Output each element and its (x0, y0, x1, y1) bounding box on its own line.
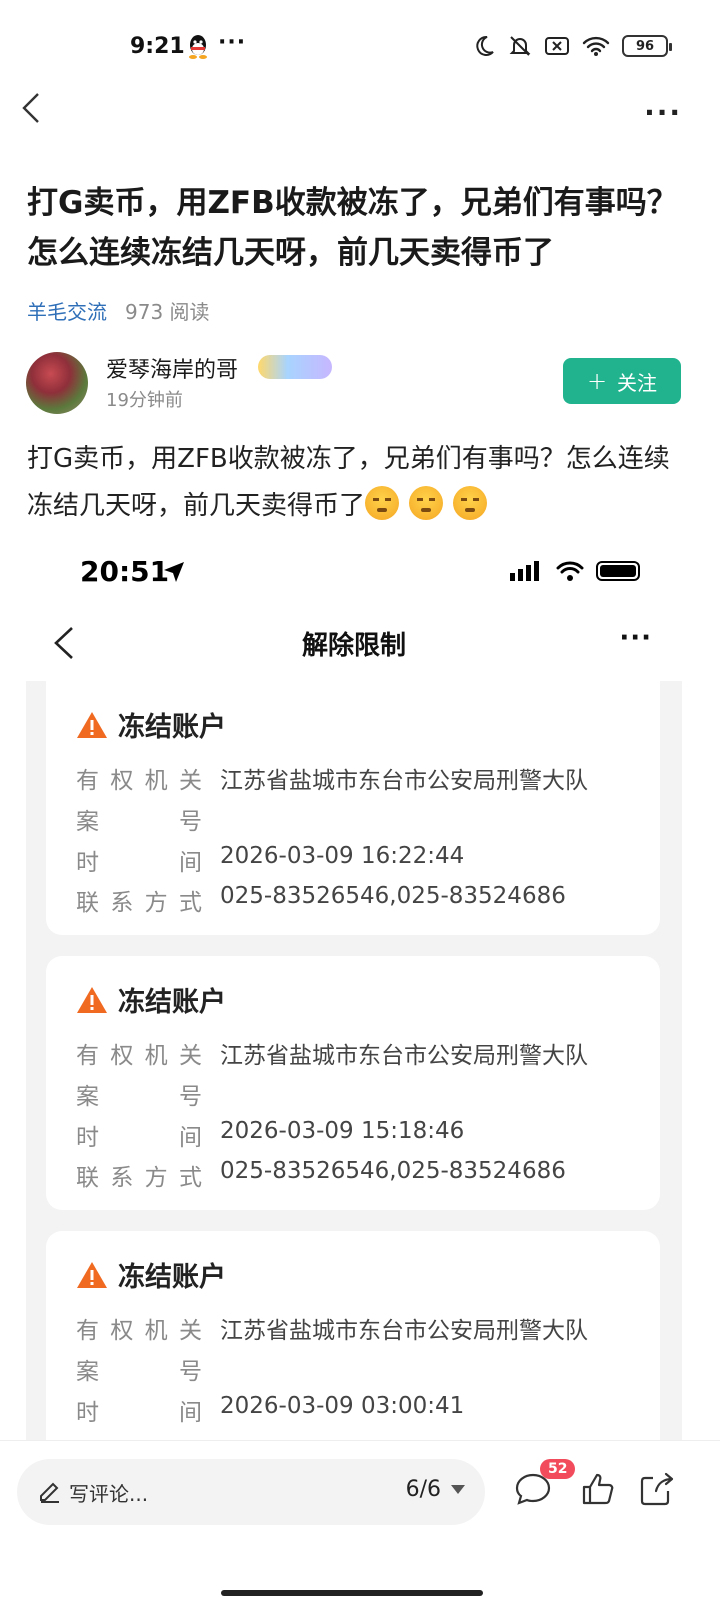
comment-input[interactable]: 写评论... 6/6 (17, 1459, 485, 1525)
post-body-text: 打G卖币，用ZFB收款被冻了，兄弟们有事吗？怎么连续冻结几天呀，前几天卖得币了 (27, 444, 670, 521)
time-value: 2026-03-09 15:18:46 (220, 1118, 465, 1144)
follow-label: 关注 (617, 370, 658, 395)
author-avatar[interactable] (26, 352, 88, 414)
authority-value: 江苏省盐城市东台市公安局刑警大队 (220, 768, 588, 794)
thumbs-up-icon[interactable] (578, 1469, 618, 1509)
moon-icon (476, 35, 494, 56)
card-title: 冻结账户 (118, 712, 226, 743)
post-body: 打G卖币，用ZFB收款被冻了，兄弟们有事吗？怎么连续冻结几天呀，前几天卖得币了 (27, 436, 687, 530)
time-row: 时间 2026-03-09 03:00:41 (76, 1393, 465, 1426)
author-name[interactable]: 爱琴海岸的哥 (106, 352, 238, 384)
signal-icon (510, 561, 539, 581)
location-arrow-icon (164, 562, 184, 582)
freeze-record-card: 冻结账户 有权机关 江苏省盐城市东台市公安局刑警大队 案号 时间 2026-03… (46, 681, 660, 935)
card-title: 冻结账户 (118, 1262, 226, 1293)
contact-value: 025-83526546,025-83524686 (220, 1158, 566, 1184)
warning-icon (77, 986, 107, 1013)
case-row: 案号 (76, 809, 202, 835)
chevron-down-icon (451, 1485, 465, 1494)
page-indicator[interactable]: 6/6 (406, 1477, 465, 1502)
time-value: 2026-03-09 16:22:44 (220, 843, 465, 869)
pencil-icon (40, 1482, 59, 1503)
back-arrow-icon[interactable] (14, 88, 54, 128)
wifi-icon (582, 36, 610, 56)
bottom-action-bar: 写评论... 6/6 52 (0, 1440, 720, 1600)
status-icons: 96 (472, 34, 672, 58)
time-row: 时间 2026-03-09 16:22:44 (76, 843, 465, 876)
case-row: 案号 (76, 1084, 202, 1110)
sad-emoji-icon (409, 486, 444, 520)
authority-row: 有权机关 江苏省盐城市东台市公安局刑警大队 (76, 1311, 588, 1345)
sad-emoji-icon (365, 486, 400, 520)
comment-count-badge: 52 (540, 1459, 576, 1479)
status-bar: 9:21 ··· 96 (0, 0, 720, 96)
contact-row: 联系方式 025-83526546,025-83524686 (76, 883, 566, 916)
follow-button[interactable]: + 关注 (563, 358, 681, 404)
warning-icon (77, 1261, 107, 1288)
no-sim-icon (545, 37, 569, 55)
share-icon[interactable] (638, 1469, 678, 1509)
authority-row: 有权机关 江苏省盐城市东台市公安局刑警大队 (76, 1036, 588, 1070)
authority-value: 江苏省盐城市东台市公安局刑警大队 (220, 1043, 588, 1069)
post-meta: 羊毛交流 973 阅读 (27, 296, 210, 325)
post-time: 19分钟前 (106, 390, 183, 411)
shot-time: 20:51 (80, 555, 170, 588)
contact-row: 联系方式 025-83526546,025-83524686 (76, 1158, 566, 1191)
more-options-button[interactable]: ··· (644, 96, 682, 129)
qq-icon (189, 35, 207, 59)
warning-icon (77, 711, 107, 738)
contact-value: 025-83526546,025-83524686 (220, 883, 566, 909)
more-dots-icon: ··· (619, 623, 652, 653)
mute-bell-icon (509, 36, 531, 56)
status-time: 9:21 (130, 34, 185, 59)
time-value: 2026-03-09 03:00:41 (220, 1393, 465, 1419)
case-row: 案号 (76, 1359, 202, 1385)
attached-screenshot[interactable]: 20:51 解除限制 ··· 冻结账户 有权机关 江苏省盐城市东台市公安局刑警大… (26, 543, 682, 1443)
shot-status-bar: 20:51 (26, 543, 682, 603)
author-badge-icon (258, 355, 332, 379)
shot-page-title: 解除限制 (301, 631, 406, 661)
battery-indicator: 96 (622, 35, 672, 57)
authority-row: 有权机关 江苏省盐城市东台市公安局刑警大队 (76, 761, 588, 795)
freeze-record-card: 冻结账户 有权机关 江苏省盐城市东台市公安局刑警大队 案号 时间 2026-03… (46, 1231, 660, 1443)
home-indicator[interactable] (221, 1590, 483, 1596)
status-more-dots: ··· (218, 30, 247, 55)
plus-icon: + (586, 367, 608, 395)
time-row: 时间 2026-03-09 15:18:46 (76, 1118, 465, 1151)
card-title: 冻结账户 (118, 987, 226, 1018)
shot-status-icons (510, 561, 640, 581)
battery-icon (596, 561, 640, 581)
topic-link[interactable]: 羊毛交流 (27, 296, 107, 325)
page-indicator-text: 6/6 (405, 1477, 441, 1502)
wifi-icon (556, 561, 584, 581)
read-count: 973 阅读 (125, 300, 210, 324)
shot-nav-bar: 解除限制 ··· (26, 603, 682, 681)
authority-value: 江苏省盐城市东台市公安局刑警大队 (220, 1318, 588, 1344)
sad-emoji-icon (453, 486, 488, 520)
comment-placeholder: 写评论... (69, 1481, 149, 1506)
freeze-record-card: 冻结账户 有权机关 江苏省盐城市东台市公安局刑警大队 案号 时间 2026-03… (46, 956, 660, 1210)
post-title: 打G卖币，用ZFB收款被冻了，兄弟们有事吗？怎么连续冻结几天呀，前几天卖得币了 (27, 185, 678, 271)
